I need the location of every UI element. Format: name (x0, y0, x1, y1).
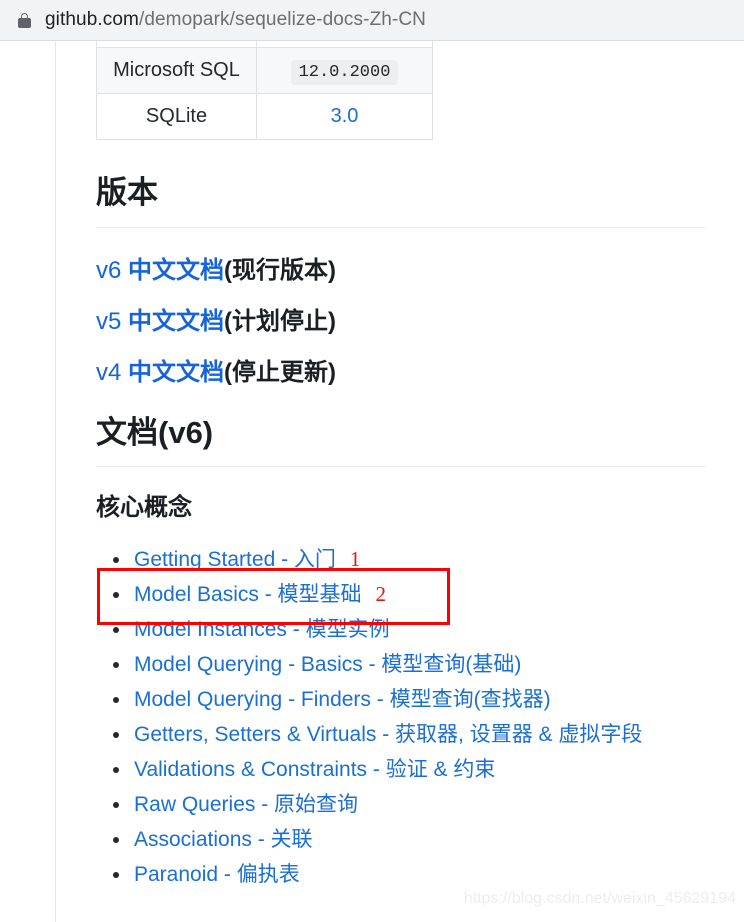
table-cell-dialect: Microsoft SQL (96, 46, 257, 94)
annotation-number: 2 (375, 582, 387, 607)
table-row: Microsoft SQL 12.0.2000 (96, 46, 433, 94)
version-link[interactable]: 3.0 (331, 105, 359, 127)
readme-content: Microsoft SQL 12.0.2000 SQLite 3.0 版本 v6… (96, 41, 706, 892)
url-host: github.com (45, 9, 139, 30)
url-text[interactable]: github.com/demopark/sequelize-docs-Zh-CN (45, 9, 426, 31)
list-item[interactable]: Model Instances - 模型实例 (96, 612, 706, 647)
doc-link[interactable]: Model Querying - Basics - 模型查询(基础) (134, 653, 521, 676)
page-title-versions: 版本 (96, 174, 158, 210)
doc-link[interactable]: Validations & Constraints - 验证 & 约束 (134, 758, 495, 781)
core-concepts-list: Getting Started - 入门 1 Model Basics - 模型基… (96, 542, 706, 892)
doc-link[interactable]: Model Basics - 模型基础 (134, 583, 362, 606)
version-number: v6 (96, 256, 122, 284)
table-row: SQLite 3.0 (96, 92, 433, 140)
doc-link[interactable]: Model Querying - Finders - 模型查询(查找器) (134, 688, 551, 711)
version-doc-link[interactable]: 中文文档 (128, 359, 224, 386)
url-path: /demopark/sequelize-docs-Zh-CN (138, 9, 427, 30)
table-cell-version: 3.0 (256, 92, 433, 140)
version-line-v4: v4 中文文档(停止更新) (96, 360, 706, 386)
table-cell-dialect: SQLite (96, 92, 257, 140)
version-note: (现行版本) (224, 256, 337, 284)
list-item[interactable]: Getting Started - 入门 1 (96, 542, 706, 577)
list-item[interactable]: Model Basics - 模型基础 2 (96, 577, 706, 612)
list-item[interactable]: Model Querying - Finders - 模型查询(查找器) (96, 682, 706, 717)
version-line-v6: v6 中文文档(现行版本) (96, 256, 706, 284)
lock-icon (18, 12, 31, 28)
browser-url-bar[interactable]: github.com/demopark/sequelize-docs-Zh-CN (0, 0, 744, 41)
list-item[interactable]: Associations - 关联 (96, 822, 706, 857)
doc-link[interactable]: Raw Queries - 原始查询 (134, 793, 358, 816)
list-item[interactable]: Model Querying - Basics - 模型查询(基础) (96, 647, 706, 682)
version-note: (停止更新) (224, 359, 337, 387)
watermark: https://blog.csdn.net/weixin_45629194 (463, 890, 736, 907)
list-item[interactable]: Getters, Setters & Virtuals - 获取器, 设置器 &… (96, 717, 706, 752)
version-number: v5 (96, 307, 122, 335)
table-cell-version: 12.0.2000 (256, 46, 433, 94)
annotation-number: 1 (349, 547, 361, 572)
list-item[interactable]: Raw Queries - 原始查询 (96, 787, 706, 822)
page-title-docs: 文档(v6) (96, 414, 214, 450)
doc-link[interactable]: Paranoid - 偏执表 (134, 863, 300, 886)
doc-link[interactable]: Getting Started - 入门 (134, 548, 336, 571)
version-doc-link[interactable]: 中文文档 (128, 308, 224, 335)
container-left-border (55, 41, 56, 922)
version-doc-link[interactable]: 中文文档 (128, 257, 224, 284)
version-number: v4 (96, 359, 122, 387)
list-item[interactable]: Paranoid - 偏执表 (96, 857, 706, 892)
version-note: (计划停止) (224, 307, 337, 335)
version-code: 12.0.2000 (290, 59, 399, 85)
page-content: Microsoft SQL 12.0.2000 SQLite 3.0 版本 v6… (0, 41, 744, 922)
list-item[interactable]: Validations & Constraints - 验证 & 约束 (96, 752, 706, 787)
version-line-v5: v5 中文文档(计划停止) (96, 307, 706, 335)
doc-link[interactable]: Getters, Setters & Virtuals - 获取器, 设置器 &… (134, 723, 642, 746)
subheading-core-concepts: 核心概念 (96, 493, 192, 521)
doc-link[interactable]: Model Instances - 模型实例 (134, 618, 390, 641)
dialect-version-table: Microsoft SQL 12.0.2000 SQLite 3.0 (96, 41, 433, 140)
doc-link[interactable]: Associations - 关联 (134, 828, 313, 851)
